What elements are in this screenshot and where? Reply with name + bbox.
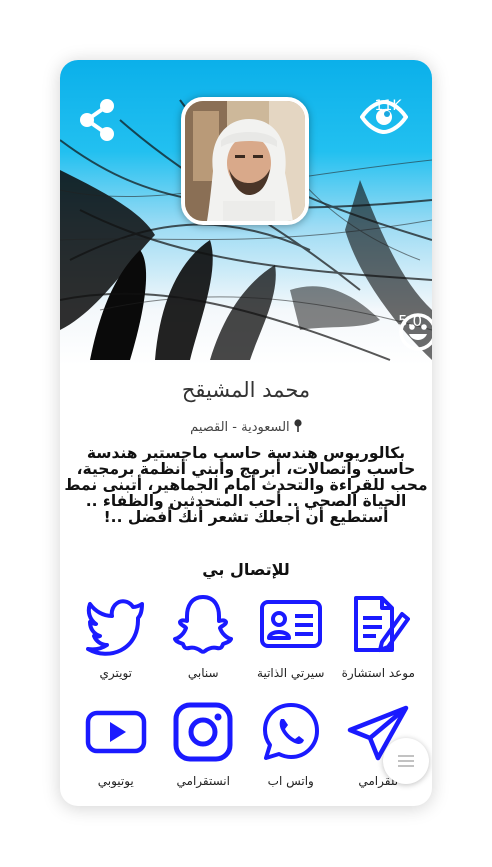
rating: 5.0 bbox=[398, 312, 432, 351]
eye-icon bbox=[360, 100, 408, 134]
tile-label: تويتري bbox=[99, 666, 133, 680]
smiley-icon bbox=[399, 313, 432, 351]
menu-fab-button[interactable] bbox=[383, 738, 429, 784]
cover-image: 11K 5.0 bbox=[60, 60, 432, 365]
views-counter: 11K bbox=[360, 98, 416, 134]
contact-heading: للإتصال بي bbox=[202, 560, 290, 579]
instagram-button[interactable]: انستقرامي bbox=[160, 700, 248, 806]
profile-card: 11K 5.0 محمد المشيقح السعودية - القصيم ب… bbox=[60, 60, 432, 806]
profile-bio: بكالوريوس هندسة حاسب ماجستير هندسة حاسب … bbox=[64, 444, 428, 526]
twitter-bird-icon bbox=[84, 592, 148, 656]
tile-label: سيرتي الذاتية bbox=[257, 666, 325, 680]
share-icon bbox=[80, 99, 114, 141]
tile-label: واتس اب bbox=[267, 774, 314, 788]
youtube-button[interactable]: يوتيوبي bbox=[72, 700, 160, 806]
snapchat-button[interactable]: سنابي bbox=[160, 592, 248, 700]
instagram-icon bbox=[171, 700, 235, 764]
snapchat-ghost-icon bbox=[171, 592, 235, 656]
profile-name: محمد المشيقح bbox=[181, 378, 311, 402]
whatsapp-icon bbox=[259, 700, 323, 764]
tile-label: موعد استشارة bbox=[341, 666, 415, 680]
pin-icon bbox=[290, 419, 302, 435]
id-card-icon bbox=[259, 592, 323, 656]
cv-button[interactable]: سيرتي الذاتية bbox=[247, 592, 335, 700]
share-button[interactable] bbox=[78, 98, 118, 142]
twitter-button[interactable]: تويتري bbox=[72, 592, 160, 700]
menu-lines-icon bbox=[398, 755, 414, 767]
contact-grid: موعد استشارة سيرتي الذاتية سنابي تويتري … bbox=[72, 592, 422, 806]
location-text: السعودية - القصيم bbox=[190, 420, 290, 435]
tile-label: يوتيوبي bbox=[97, 774, 134, 788]
document-pen-icon bbox=[346, 592, 411, 656]
avatar bbox=[181, 97, 309, 225]
youtube-icon bbox=[84, 700, 148, 764]
profile-location: السعودية - القصيم bbox=[60, 419, 432, 435]
whatsapp-button[interactable]: واتس اب bbox=[247, 700, 335, 806]
tile-label: سنابي bbox=[187, 666, 219, 680]
consultation-button[interactable]: موعد استشارة bbox=[335, 592, 423, 700]
avatar-photo bbox=[185, 101, 305, 221]
tile-label: انستقرامي bbox=[176, 774, 230, 788]
